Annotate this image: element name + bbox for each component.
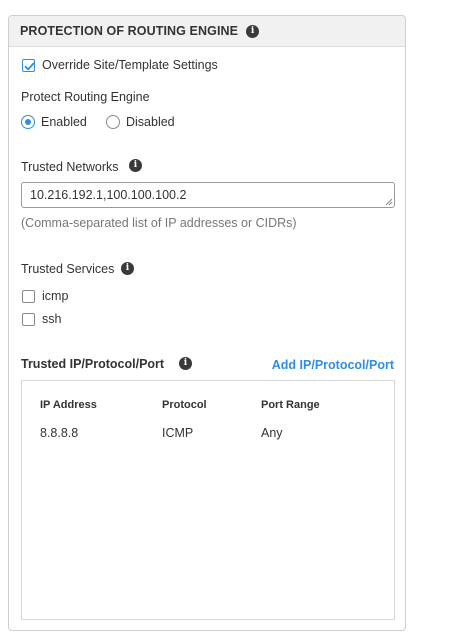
- table-row[interactable]: 8.8.8.8 ICMP Any: [22, 417, 394, 447]
- trusted-networks-label: Trusted Networks: [21, 160, 119, 174]
- info-icon[interactable]: i: [246, 24, 260, 38]
- radio-disabled-label[interactable]: Disabled: [126, 115, 175, 129]
- trusted-services-label: Trusted Services: [21, 262, 115, 276]
- trusted-ipp-info-icon[interactable]: i: [179, 357, 192, 370]
- override-checkbox[interactable]: [22, 59, 35, 72]
- radio-disabled[interactable]: [106, 115, 120, 129]
- column-header-ip-address[interactable]: IP Address: [40, 399, 97, 411]
- cell-port-range: Any: [261, 426, 283, 440]
- add-ip-protocol-port-link[interactable]: Add IP/Protocol/Port: [272, 358, 394, 372]
- trusted-ipp-label: Trusted IP/Protocol/Port: [21, 357, 165, 371]
- service-ssh-checkbox[interactable]: [22, 313, 35, 326]
- panel-header: PROTECTION OF ROUTING ENGINE i: [9, 16, 405, 47]
- protect-routing-engine-label: Protect Routing Engine: [21, 90, 150, 104]
- radio-enabled[interactable]: [21, 115, 35, 129]
- resize-grip-icon[interactable]: [385, 198, 393, 206]
- radio-enabled-label[interactable]: Enabled: [41, 115, 87, 129]
- service-ssh-label[interactable]: ssh: [42, 312, 61, 326]
- service-icmp-label[interactable]: icmp: [42, 289, 68, 303]
- override-label[interactable]: Override Site/Template Settings: [42, 58, 218, 72]
- cell-ip-address: 8.8.8.8: [40, 426, 79, 440]
- trusted-networks-hint: (Comma-separated list of IP addresses or…: [21, 216, 297, 230]
- service-icmp-checkbox[interactable]: [22, 290, 35, 303]
- column-header-protocol[interactable]: Protocol: [162, 399, 207, 411]
- column-header-port-range[interactable]: Port Range: [261, 399, 320, 411]
- trusted-services-info-icon[interactable]: i: [121, 262, 134, 275]
- cell-protocol: ICMP: [162, 426, 194, 440]
- trusted-networks-input[interactable]: [21, 182, 395, 208]
- panel-title: PROTECTION OF ROUTING ENGINE: [20, 24, 239, 38]
- trusted-ipp-table: IP Address Protocol Port Range 8.8.8.8 I…: [21, 380, 395, 620]
- trusted-networks-info-icon[interactable]: i: [129, 159, 142, 172]
- checkmark-icon: [24, 62, 35, 71]
- routing-engine-protection-panel: PROTECTION OF ROUTING ENGINE i Override …: [8, 15, 406, 631]
